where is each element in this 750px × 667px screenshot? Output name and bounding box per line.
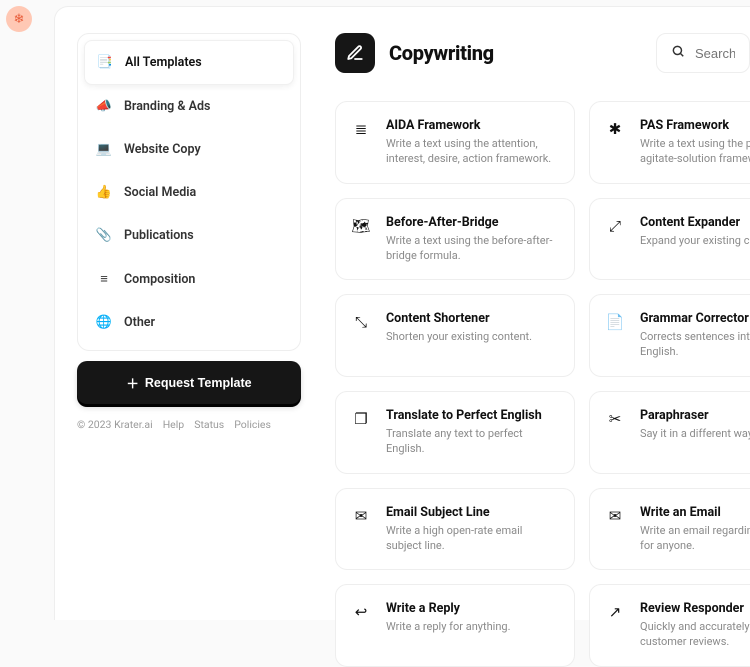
branding-ads-icon: 📣 (96, 99, 112, 114)
pas-icon: ✱ (604, 118, 626, 167)
snowflake-icon: ❄ (14, 12, 25, 27)
sidebar-item-all-templates[interactable]: 📑 All Templates (84, 40, 294, 85)
template-title: Review Responder (640, 601, 750, 616)
plus-icon: ＋ (126, 373, 139, 392)
footer-copyright: © 2023 Krater.ai (77, 418, 153, 431)
website-copy-icon: 💻 (96, 142, 112, 157)
template-card[interactable]: ≣ AIDA Framework Write a text using the at… (335, 101, 575, 184)
template-card[interactable]: ✱ PAS Framework Write a text using the pro… (589, 101, 750, 184)
review-icon: ↗ (604, 601, 626, 650)
template-title: Write a Reply (386, 601, 510, 616)
template-card[interactable]: ❐ Translate to Perfect English Translate a… (335, 391, 575, 474)
template-desc: Write a high open-rate email subject lin… (386, 524, 558, 554)
template-title: Email Subject Line (386, 505, 558, 520)
expand-icon: ⤢ (604, 215, 626, 264)
request-template-label: Request Template (145, 376, 252, 390)
sidebar-item-label: Branding & Ads (124, 99, 210, 114)
subject-icon: ✉ (350, 505, 372, 554)
main-header: Copywriting (335, 33, 750, 73)
sidebar-item-label: Publications (124, 228, 194, 243)
email-icon: ✉ (604, 505, 626, 554)
templates-grid: ≣ AIDA Framework Write a text using the at… (335, 101, 750, 667)
template-title: Grammar Corrector (640, 311, 750, 326)
sidebar-item-other[interactable]: 🌐 Other (84, 301, 294, 344)
template-title: PAS Framework (640, 118, 750, 133)
grammar-icon: 📄 (604, 311, 626, 360)
sidebar-item-label: Website Copy (124, 142, 201, 157)
composition-icon: ≡ (96, 271, 112, 287)
template-desc: Write an email regarding any topic for a… (640, 524, 750, 554)
template-desc: Corrects sentences into standard English… (640, 330, 750, 360)
other-icon: 🌐 (96, 315, 112, 330)
shorten-icon: ⤡ (350, 311, 372, 360)
sidebar: 📑 All Templates 📣 Branding & Ads 💻 Website Co… (77, 33, 301, 620)
template-title: Write an Email (640, 505, 750, 520)
page-title: Copywriting (389, 41, 494, 65)
template-card[interactable]: ✉ Email Subject Line Write a high open-rat… (335, 488, 575, 571)
template-title: Before-After-Bridge (386, 215, 558, 230)
sidebar-item-label: Other (124, 315, 155, 330)
sidebar-nav: 📑 All Templates 📣 Branding & Ads 💻 Website Co… (77, 33, 301, 351)
sidebar-item-publications[interactable]: 📎 Publications (84, 214, 294, 257)
template-desc: Shorten your existing content. (386, 330, 532, 345)
reply-icon: ↩ (350, 601, 372, 650)
aida-icon: ≣ (350, 118, 372, 167)
footer-link-policies[interactable]: Policies (234, 418, 271, 431)
social-media-icon: 👍 (96, 185, 112, 200)
template-desc: Write a text using the problem-agitate-s… (640, 137, 750, 167)
template-title: AIDA Framework (386, 118, 558, 133)
template-card[interactable]: ✂ Paraphraser Say it in a different way. (589, 391, 750, 474)
search-icon (671, 44, 685, 62)
sidebar-item-label: All Templates (125, 55, 202, 70)
template-title: Content Expander (640, 215, 750, 230)
template-card[interactable]: 📄 Grammar Corrector Corrects sentences int… (589, 294, 750, 377)
main-content: Copywriting ≣ AIDA Framework Write a text … (335, 33, 750, 620)
footer: © 2023 Krater.ai Help Status Policies (77, 418, 301, 431)
request-template-button[interactable]: ＋ Request Template (77, 361, 301, 404)
template-desc: Expand your existing content. (640, 234, 750, 249)
search-box[interactable] (656, 33, 750, 73)
footer-link-status[interactable]: Status (194, 418, 224, 431)
sidebar-item-composition[interactable]: ≡ Composition (84, 257, 294, 301)
sidebar-item-website-copy[interactable]: 💻 Website Copy (84, 128, 294, 171)
template-card[interactable]: ✉ Write an Email Write an email regarding … (589, 488, 750, 571)
template-desc: Quickly and accurately respond to custom… (640, 620, 750, 650)
paraphrase-icon: ✂ (604, 408, 626, 457)
template-title: Translate to Perfect English (386, 408, 558, 423)
template-card[interactable]: ↩ Write a Reply Write a reply for anything… (335, 584, 575, 667)
sidebar-item-label: Social Media (124, 185, 196, 200)
template-card[interactable]: ⤢ Content Expander Expand your existing co… (589, 198, 750, 281)
publications-icon: 📎 (96, 228, 112, 243)
template-title: Content Shortener (386, 311, 532, 326)
sidebar-item-social-media[interactable]: 👍 Social Media (84, 171, 294, 214)
brand-logo[interactable]: ❄ (6, 6, 32, 32)
template-card[interactable]: 🗺 Before-After-Bridge Write a text using t… (335, 198, 575, 281)
footer-link-help[interactable]: Help (163, 418, 185, 431)
app-canvas: 📑 All Templates 📣 Branding & Ads 💻 Website Co… (54, 6, 750, 620)
title-icon-box (335, 33, 375, 73)
template-desc: Write a text using the attention, intere… (386, 137, 558, 167)
translate-icon: ❐ (350, 408, 372, 457)
sidebar-item-label: Composition (124, 272, 195, 287)
template-card[interactable]: ⤡ Content Shortener Shorten your existing … (335, 294, 575, 377)
template-desc: Translate any text to perfect English. (386, 427, 558, 457)
template-card[interactable]: ↗ Review Responder Quickly and accurately … (589, 584, 750, 667)
pencil-icon (346, 44, 364, 62)
template-desc: Say it in a different way. (640, 427, 750, 442)
all-templates-icon: 📑 (97, 55, 113, 70)
template-desc: Write a text using the before-after-brid… (386, 234, 558, 264)
search-input[interactable] (695, 46, 735, 61)
template-title: Paraphraser (640, 408, 750, 423)
template-desc: Write a reply for anything. (386, 620, 510, 635)
sidebar-item-branding-ads[interactable]: 📣 Branding & Ads (84, 85, 294, 128)
bab-icon: 🗺 (350, 215, 372, 264)
